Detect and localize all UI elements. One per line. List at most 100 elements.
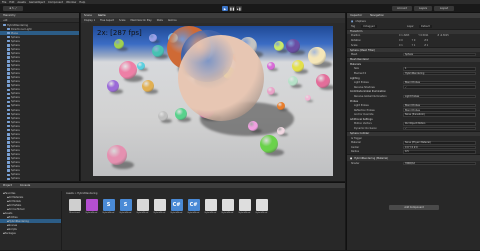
account-label: Account: [397, 7, 407, 10]
asset-item[interactable]: HybridRend: [221, 199, 234, 214]
game-toolbar-free-aspect[interactable]: Free Aspect: [100, 19, 114, 22]
project-tree-item[interactable]: ▪ Packages: [0, 231, 61, 235]
transform-z-field[interactable]: Z -6.3015: [438, 34, 449, 37]
collider-row-value[interactable]: 0.5: [403, 150, 476, 154]
sphere[interactable]: [267, 62, 275, 70]
renderer-row-value[interactable]: None (Transform): [403, 113, 476, 117]
asset-item[interactable]: C# HybridRend: [187, 199, 200, 214]
hierarchy-item-label: Sphere: [11, 55, 20, 59]
renderer-row-value[interactable]: Light Probes: [403, 94, 476, 99]
renderer-row-value[interactable]: Per Object Motion: [403, 122, 476, 126]
renderer-row-label: Receive Shadows: [354, 85, 375, 89]
asset-item[interactable]: HybridRend: [204, 199, 217, 214]
sphere[interactable]: [152, 45, 164, 57]
sphere[interactable]: [288, 76, 298, 86]
sphere[interactable]: [286, 39, 300, 53]
sphere[interactable]: [277, 127, 285, 135]
sphere[interactable]: [142, 80, 154, 92]
hierarchy-item[interactable]: Sphere: [0, 177, 79, 181]
transform-y-field[interactable]: Y 1: [412, 44, 416, 47]
game-toolbar-gizmos[interactable]: Gizmos: [168, 19, 177, 22]
project-tree-label: Entities: [8, 215, 18, 219]
asset-item[interactable]: S HybridRend: [102, 199, 115, 214]
asset-thumbnail-icon: S: [119, 199, 132, 211]
game-toolbar-stats[interactable]: Stats: [157, 19, 163, 22]
sphere[interactable]: [267, 87, 275, 95]
transform-x-field[interactable]: X 0: [399, 39, 403, 42]
asset-item[interactable]: Directional: [68, 199, 81, 214]
renderer-row-value[interactable]: Blend Probes: [403, 108, 476, 112]
step-button[interactable]: ▸❚: [236, 6, 242, 11]
sphere[interactable]: [119, 61, 137, 79]
sphere[interactable]: [114, 39, 124, 49]
asset-item[interactable]: S HybridRend: [119, 199, 132, 214]
sphere[interactable]: [305, 95, 311, 101]
sphere[interactable]: [158, 111, 168, 121]
object-name-field[interactable]: Sphere: [357, 20, 365, 23]
sphere[interactable]: [292, 60, 304, 72]
tab-game[interactable]: Game: [98, 14, 106, 17]
game-toolbar-scale[interactable]: Scale: [119, 19, 125, 22]
asset-item[interactable]: HybridRend: [136, 199, 149, 214]
project-tabs: Project Console: [0, 183, 345, 188]
renderer-row-value[interactable]: Blend Probes: [403, 103, 476, 108]
transform-x-field[interactable]: X 1: [399, 44, 403, 47]
sphere[interactable]: [137, 62, 145, 70]
game-viewport[interactable]: 2x: [287 fps]: [93, 26, 333, 176]
tab-project[interactable]: Project: [3, 184, 12, 187]
account-dropdown[interactable]: Account: [392, 6, 412, 11]
renderer-row-value[interactable]: ✓: [403, 85, 476, 90]
sphere[interactable]: [149, 34, 157, 42]
gameobject-icon: [7, 64, 10, 67]
material-header[interactable]: ● HybridRendering (Material): [347, 154, 480, 162]
collider-row-value[interactable]: X 0 Y 0 Z 0: [403, 145, 476, 150]
asset-item[interactable]: HybridRend: [85, 199, 98, 214]
transform-y-field[interactable]: Y 0: [412, 39, 416, 42]
xyz-fields: X 1 Y 1 Z 1: [399, 44, 428, 47]
layout-dropdown[interactable]: Layout: [434, 6, 454, 11]
tag-dropdown[interactable]: Untagged: [361, 24, 377, 28]
sphere[interactable]: [107, 80, 119, 92]
gameobject-icon: [7, 108, 10, 112]
transform-y-field[interactable]: Y 0.5011: [418, 34, 428, 37]
mesh-field[interactable]: Sphere: [403, 52, 476, 57]
collider-row-label: Radius: [351, 150, 360, 154]
sphere[interactable]: [248, 121, 258, 131]
asset-thumbnail-icon: [221, 199, 234, 211]
tab-console[interactable]: Console: [20, 184, 30, 187]
transform-z-field[interactable]: Z 0: [424, 39, 428, 42]
sphere[interactable]: [277, 102, 285, 110]
tab-navigation[interactable]: Navigation: [370, 14, 384, 17]
sphere[interactable]: [178, 35, 264, 121]
sphere[interactable]: [308, 47, 326, 65]
renderer-row-value[interactable]: ✓: [403, 126, 476, 131]
game-toolbar-display-1[interactable]: Display 1: [84, 19, 95, 22]
sphere[interactable]: [316, 74, 330, 88]
tab-inspector[interactable]: Inspector: [350, 14, 362, 17]
asset-item[interactable]: HybridRend: [255, 199, 268, 214]
transform-tools[interactable]: ✥ ↻ ⤢: [3, 6, 23, 11]
sphere[interactable]: [107, 145, 127, 165]
asset-item[interactable]: HybridRend: [153, 199, 166, 214]
sphere[interactable]: [260, 135, 278, 153]
add-component-button[interactable]: Add Component: [389, 205, 439, 210]
transform-x-field[interactable]: X 1.3263: [399, 34, 409, 37]
shader-dropdown[interactable]: HDRP/Lit: [403, 161, 476, 166]
renderer-row-value[interactable]: HybridRendering: [403, 71, 476, 76]
mesh-renderer-rows: Materials Size 1 Element 0 HybridRendering Li…: [347, 62, 480, 131]
game-toolbar-maximize-on-play[interactable]: Maximize On Play: [130, 19, 151, 22]
layer-dropdown[interactable]: Default: [419, 24, 432, 28]
asset-item[interactable]: HybridRend: [238, 199, 251, 214]
transform-z-field[interactable]: Z 1: [424, 44, 428, 47]
renderer-row-value[interactable]: 1: [403, 67, 476, 71]
collider-row-value[interactable]: None (Physic Material): [403, 140, 476, 145]
tab-scene[interactable]: Scene: [84, 14, 92, 17]
renderer-row-value[interactable]: Blend Probes: [403, 80, 476, 85]
asset-item[interactable]: C# HybridRend: [170, 199, 183, 214]
pause-button[interactable]: ❚❚: [229, 6, 235, 11]
asset-thumbnail-icon: [85, 199, 98, 211]
play-button[interactable]: ▶: [222, 6, 228, 11]
sphere[interactable]: [175, 108, 187, 120]
sphere[interactable]: [274, 41, 284, 51]
layers-dropdown[interactable]: Layers: [414, 6, 432, 11]
